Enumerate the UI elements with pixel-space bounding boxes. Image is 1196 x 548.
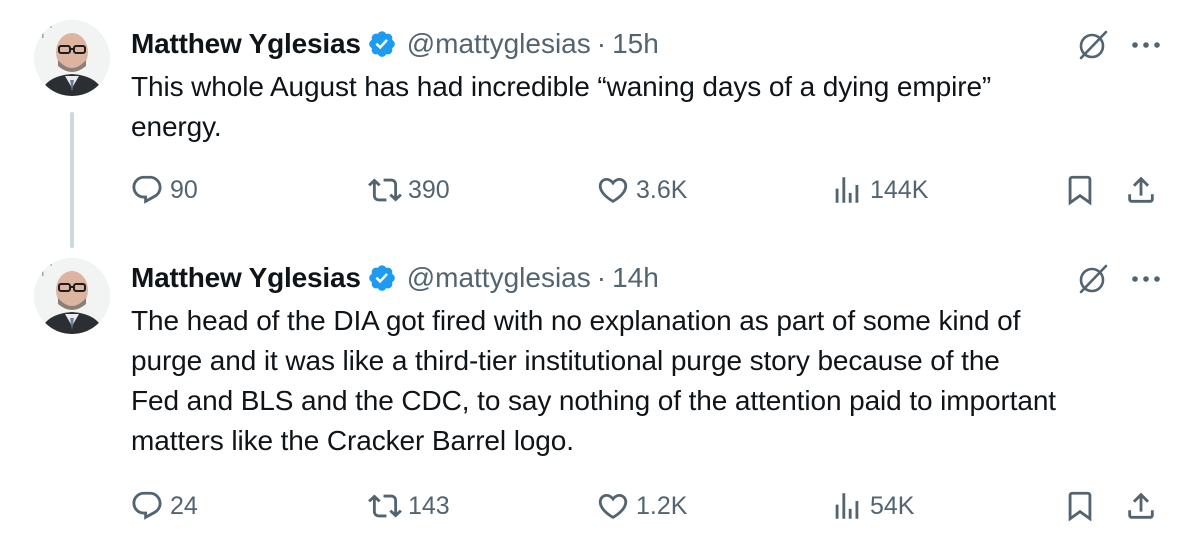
bookmark-button[interactable] bbox=[1063, 168, 1097, 212]
tweet-text-line: Fed and BLS and the CDC, to say nothing … bbox=[131, 385, 1056, 416]
bookmark-icon bbox=[1068, 175, 1092, 206]
avatar[interactable] bbox=[34, 258, 110, 334]
tweet-text: The head of the DIA got fired with no ex… bbox=[131, 301, 1181, 461]
bookmark-icon bbox=[1068, 491, 1092, 522]
retweet-icon bbox=[368, 494, 402, 518]
author-handle[interactable]: @mattyglesias bbox=[407, 262, 591, 294]
tweet-actions: 90 390 3.6K 144K bbox=[0, 168, 1196, 212]
grok-icon[interactable] bbox=[1076, 28, 1110, 62]
author-name[interactable]: Matthew Yglesias bbox=[131, 28, 361, 60]
heart-icon bbox=[598, 493, 628, 519]
heart-icon bbox=[598, 177, 628, 203]
like-count: 1.2K bbox=[636, 491, 688, 520]
bookmark-button[interactable] bbox=[1063, 484, 1097, 528]
separator-dot: · bbox=[596, 28, 607, 59]
share-icon bbox=[1128, 492, 1154, 519]
views-button[interactable]: 54K bbox=[830, 484, 914, 528]
retweet-icon bbox=[368, 178, 402, 202]
more-icon[interactable] bbox=[1130, 32, 1162, 58]
grok-icon[interactable] bbox=[1076, 262, 1110, 296]
views-count: 54K bbox=[870, 491, 915, 520]
share-button[interactable] bbox=[1124, 484, 1158, 528]
reply-button[interactable]: 90 bbox=[130, 168, 198, 212]
reply-button[interactable]: 24 bbox=[130, 484, 198, 528]
tweet-text-line: energy. bbox=[131, 111, 222, 142]
tweet-header: Matthew Yglesias @mattyglesias · 15h bbox=[131, 26, 659, 62]
tweet-text-line: purge and it was like a third-tier insti… bbox=[131, 345, 1000, 376]
like-count: 3.6K bbox=[636, 175, 688, 204]
tweet[interactable]: Matthew Yglesias @mattyglesias · 14h The… bbox=[0, 246, 1196, 548]
timestamp[interactable]: 15h bbox=[612, 28, 659, 60]
retweet-button[interactable]: 143 bbox=[368, 484, 450, 528]
retweet-count: 390 bbox=[408, 175, 450, 204]
more-icon[interactable] bbox=[1130, 266, 1162, 292]
like-button[interactable]: 1.2K bbox=[596, 484, 687, 528]
reply-icon bbox=[132, 175, 162, 204]
views-icon bbox=[835, 177, 859, 203]
tweet[interactable]: Matthew Yglesias @mattyglesias · 15h Thi… bbox=[0, 0, 1196, 248]
author-name[interactable]: Matthew Yglesias bbox=[131, 262, 361, 294]
views-icon bbox=[835, 493, 859, 519]
views-button[interactable]: 144K bbox=[830, 168, 928, 212]
verified-badge-icon bbox=[368, 265, 395, 291]
tweet-thread: Matthew Yglesias @mattyglesias · 15h Thi… bbox=[0, 0, 1196, 548]
tweet-text: This whole August has had incredible “wa… bbox=[131, 67, 1181, 147]
separator-dot: · bbox=[596, 262, 607, 293]
reply-count: 90 bbox=[170, 175, 198, 204]
reply-count: 24 bbox=[170, 491, 198, 520]
reply-icon bbox=[132, 491, 162, 520]
avatar[interactable] bbox=[34, 20, 110, 96]
timestamp[interactable]: 14h bbox=[612, 262, 659, 294]
author-handle[interactable]: @mattyglesias bbox=[407, 28, 591, 60]
tweet-text-line: The head of the DIA got fired with no ex… bbox=[131, 305, 1021, 336]
retweet-count: 143 bbox=[408, 491, 450, 520]
share-icon bbox=[1128, 176, 1154, 203]
retweet-button[interactable]: 390 bbox=[368, 168, 450, 212]
tweet-text-line: matters like the Cracker Barrel logo. bbox=[131, 425, 574, 456]
views-count: 144K bbox=[870, 175, 929, 204]
verified-badge-icon bbox=[368, 31, 395, 57]
share-button[interactable] bbox=[1124, 168, 1158, 212]
like-button[interactable]: 3.6K bbox=[596, 168, 687, 212]
tweet-actions: 24 143 1.2K 54K bbox=[0, 484, 1196, 528]
tweet-header: Matthew Yglesias @mattyglesias · 14h bbox=[131, 260, 659, 296]
tweet-text-line: This whole August has had incredible “wa… bbox=[131, 71, 992, 102]
